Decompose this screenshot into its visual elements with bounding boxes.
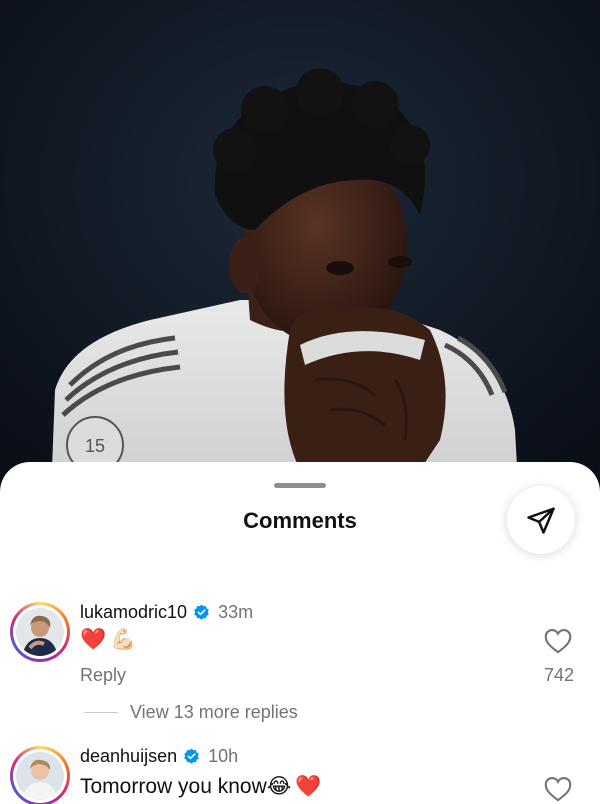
laughing-emoji: 😂 — [266, 775, 292, 798]
flexed-biceps-emoji: 💪🏻 — [110, 628, 137, 651]
view-more-replies-label: View 13 more replies — [130, 702, 298, 722]
heart-outline-icon[interactable] — [544, 628, 572, 654]
avatar-story-ring[interactable] — [10, 602, 70, 662]
comment-username[interactable]: deanhuijsen — [80, 746, 177, 767]
comment-time: 33m — [218, 602, 254, 622]
sheet-grabber[interactable] — [274, 483, 326, 488]
comment-text: Tomorrow you know 😂 ❤️ — [80, 774, 321, 799]
comment-body: Tomorrow you know — [80, 774, 267, 798]
view-more-replies[interactable]: View 13 more replies — [84, 702, 298, 723]
avatar-story-ring[interactable] — [10, 746, 70, 804]
heart-outline-icon[interactable] — [544, 776, 572, 802]
avatar — [16, 608, 64, 656]
verified-icon — [194, 604, 209, 620]
comment-username[interactable]: lukamodric10 — [80, 602, 187, 623]
verified-icon — [184, 748, 199, 764]
comments-sheet: Comments lukamodric10 33m ❤️ 💪🏻 Reply 74… — [0, 462, 600, 804]
avatar — [16, 752, 64, 800]
comment-text: ❤️ 💪🏻 — [80, 628, 136, 652]
share-icon — [527, 507, 555, 534]
like-count: 742 — [543, 665, 574, 685]
red-heart-emoji: ❤️ — [80, 628, 107, 651]
comment-time: 10h — [208, 746, 239, 766]
replies-divider — [84, 712, 118, 713]
svg-text:15: 15 — [85, 436, 105, 456]
reply-button[interactable]: Reply — [80, 665, 126, 686]
share-button[interactable] — [507, 486, 575, 554]
post-photo: 15 — [0, 0, 600, 520]
red-heart-emoji: ❤️ — [295, 774, 322, 798]
